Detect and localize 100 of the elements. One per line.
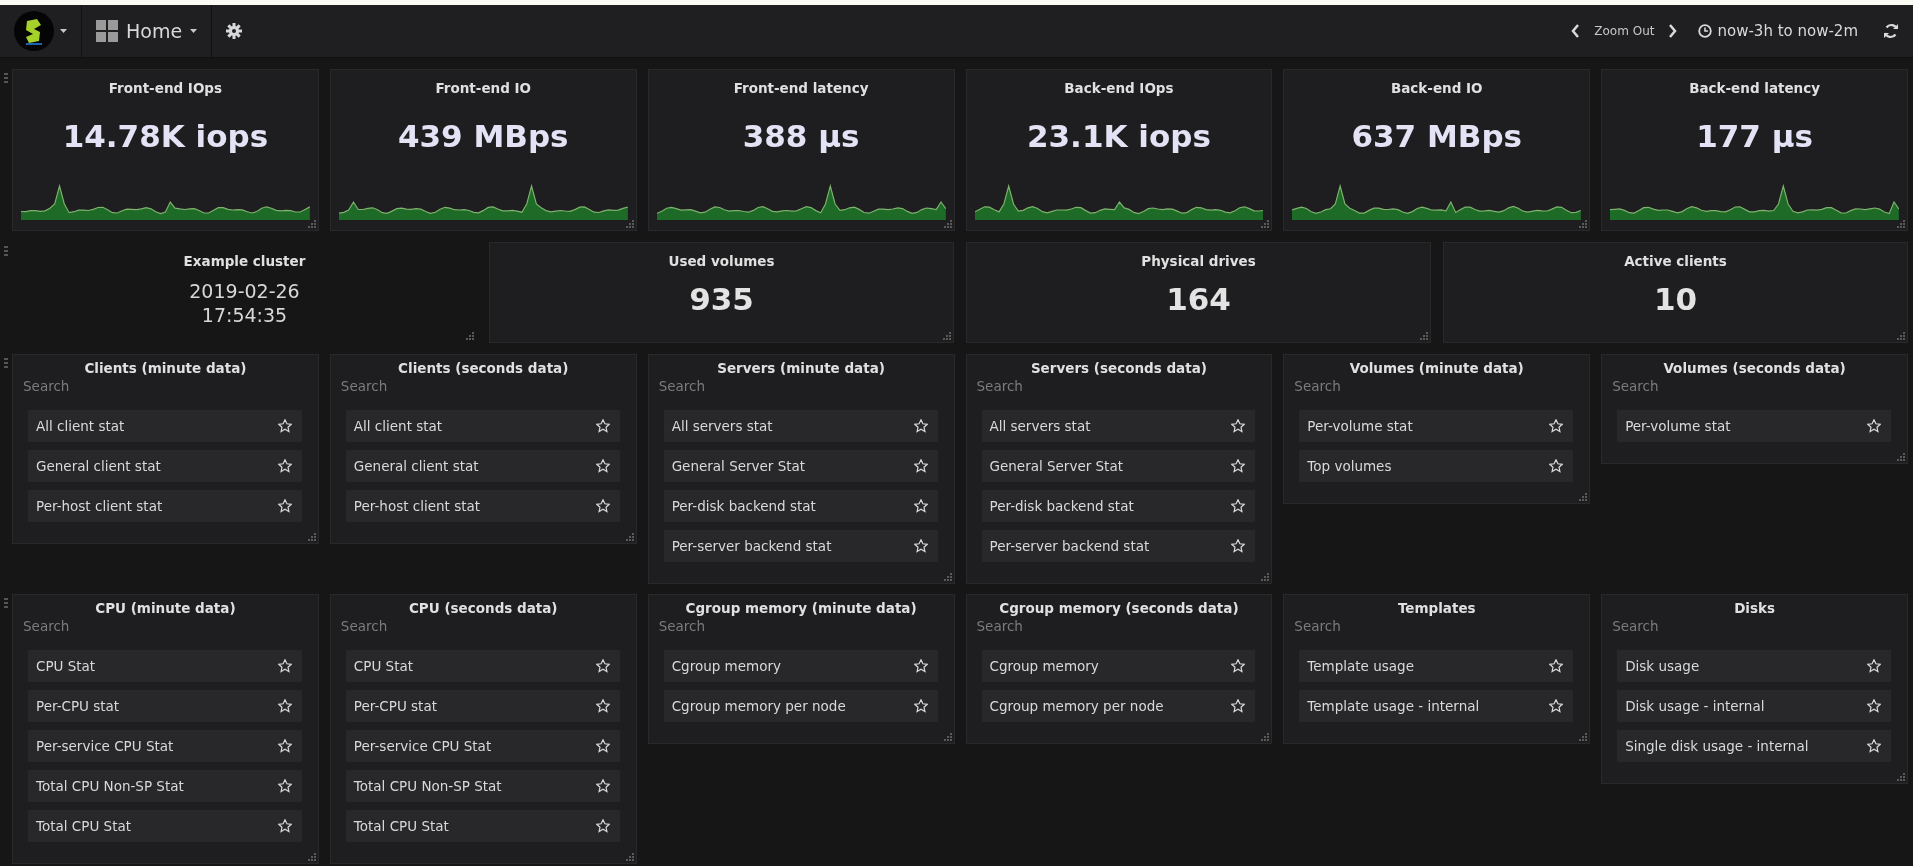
search-field[interactable]: Search — [340, 378, 461, 394]
star-icon[interactable] — [595, 659, 610, 673]
resize-handle-icon[interactable] — [466, 332, 474, 340]
resize-handle-icon[interactable] — [1897, 453, 1905, 461]
logo-menu-button[interactable] — [14, 11, 67, 51]
resize-handle-icon[interactable] — [943, 733, 952, 741]
search-field[interactable]: Search — [1294, 618, 1415, 634]
star-icon[interactable] — [277, 459, 292, 473]
search-field[interactable]: Search — [976, 618, 1097, 634]
dashboard-link[interactable]: Per-server backend stat — [663, 530, 938, 562]
star-icon[interactable] — [1867, 699, 1881, 713]
search-field[interactable]: Search — [1612, 618, 1733, 634]
star-icon[interactable] — [595, 819, 610, 833]
star-icon[interactable] — [1231, 419, 1246, 433]
drag-handle-icon[interactable] — [4, 73, 8, 83]
star-icon[interactable] — [277, 779, 292, 793]
dashboard-link[interactable]: Per-service CPU Stat — [345, 730, 620, 762]
dashboard-link[interactable]: Per-host client stat — [345, 490, 620, 522]
dashboard-link[interactable]: General Server Stat — [981, 450, 1256, 482]
star-icon[interactable] — [913, 539, 928, 553]
search-field[interactable]: Search — [340, 618, 461, 634]
dashboard-link[interactable]: Top volumes — [1299, 450, 1574, 482]
resize-handle-icon[interactable] — [1897, 773, 1905, 781]
star-icon[interactable] — [277, 659, 292, 673]
star-icon[interactable] — [595, 739, 610, 753]
dashboard-link[interactable]: All servers stat — [981, 410, 1256, 442]
star-icon[interactable] — [1231, 459, 1246, 473]
dashboard-link[interactable]: Disk usage - internal — [1617, 690, 1891, 722]
dashboard-link[interactable]: Total CPU Stat — [28, 810, 302, 842]
previous-button[interactable] — [1570, 24, 1581, 38]
resize-handle-icon[interactable] — [307, 853, 316, 861]
star-icon[interactable] — [277, 419, 292, 433]
star-icon[interactable] — [595, 419, 610, 433]
dashboard-link[interactable]: Template usage - internal — [1299, 690, 1574, 722]
star-icon[interactable] — [595, 499, 610, 513]
dashboard-link[interactable]: Per-volume stat — [1299, 410, 1574, 442]
star-icon[interactable] — [1549, 699, 1564, 713]
search-field[interactable]: Search — [23, 618, 143, 634]
dashboard-link[interactable]: Per-server backend stat — [981, 530, 1256, 562]
dashboard-link[interactable]: Cgroup memory — [663, 650, 938, 682]
dashboard-link[interactable]: CPU Stat — [28, 650, 302, 682]
star-icon[interactable] — [277, 499, 292, 513]
dashboard-link[interactable]: General client stat — [28, 450, 302, 482]
star-icon[interactable] — [913, 499, 928, 513]
star-icon[interactable] — [1549, 459, 1564, 473]
search-field[interactable]: Search — [1612, 378, 1733, 394]
star-icon[interactable] — [277, 739, 292, 753]
resize-handle-icon[interactable] — [1420, 332, 1428, 340]
dashboard-link[interactable]: Per-disk backend stat — [663, 490, 938, 522]
dashboard-link[interactable]: Per-service CPU Stat — [28, 730, 302, 762]
dashboard-link[interactable]: Per-CPU stat — [345, 690, 620, 722]
star-icon[interactable] — [277, 699, 292, 713]
resize-handle-icon[interactable] — [943, 332, 951, 340]
star-icon[interactable] — [595, 779, 610, 793]
drag-handle-icon[interactable] — [4, 358, 8, 368]
dashboard-link[interactable]: General client stat — [345, 450, 620, 482]
star-icon[interactable] — [1231, 539, 1246, 553]
star-icon[interactable] — [1867, 659, 1881, 673]
resize-handle-icon[interactable] — [943, 220, 952, 228]
search-field[interactable]: Search — [658, 378, 779, 394]
dashboard-link[interactable]: Per-volume stat — [1617, 410, 1891, 442]
star-icon[interactable] — [595, 699, 610, 713]
dashboard-link[interactable]: All client stat — [28, 410, 302, 442]
dashboard-link[interactable]: Single disk usage - internal — [1617, 730, 1891, 762]
dashboard-link[interactable]: Cgroup memory per node — [981, 690, 1256, 722]
star-icon[interactable] — [1231, 659, 1246, 673]
dashboard-link[interactable]: Total CPU Non-SP Stat — [345, 770, 620, 802]
star-icon[interactable] — [913, 459, 928, 473]
dashboard-link[interactable]: Cgroup memory — [981, 650, 1256, 682]
dashboard-link[interactable]: Per-CPU stat — [28, 690, 302, 722]
search-field[interactable]: Search — [23, 378, 143, 394]
dashboard-link[interactable]: All client stat — [345, 410, 620, 442]
resize-handle-icon[interactable] — [625, 853, 634, 861]
resize-handle-icon[interactable] — [1579, 733, 1588, 741]
resize-handle-icon[interactable] — [1261, 573, 1270, 581]
dashboard-link[interactable]: Total CPU Non-SP Stat — [28, 770, 302, 802]
star-icon[interactable] — [277, 819, 292, 833]
search-field[interactable]: Search — [1294, 378, 1415, 394]
star-icon[interactable] — [913, 659, 928, 673]
dashboard-link[interactable]: CPU Stat — [345, 650, 620, 682]
star-icon[interactable] — [1231, 499, 1246, 513]
resize-handle-icon[interactable] — [625, 220, 634, 228]
resize-handle-icon[interactable] — [1261, 220, 1270, 228]
time-range-picker[interactable]: now-3h to now-2m — [1692, 22, 1870, 40]
resize-handle-icon[interactable] — [943, 573, 952, 581]
resize-handle-icon[interactable] — [1897, 332, 1905, 340]
star-icon[interactable] — [595, 459, 610, 473]
resize-handle-icon[interactable] — [1261, 733, 1270, 741]
search-field[interactable]: Search — [658, 618, 779, 634]
search-field[interactable]: Search — [976, 378, 1097, 394]
refresh-button[interactable] — [1884, 23, 1899, 39]
drag-handle-icon[interactable] — [4, 598, 8, 608]
dashboard-link[interactable]: Total CPU Stat — [345, 810, 620, 842]
star-icon[interactable] — [1867, 419, 1881, 433]
dashboard-link[interactable]: Template usage — [1299, 650, 1574, 682]
star-icon[interactable] — [913, 699, 928, 713]
zoom-out-button[interactable]: Zoom Out — [1594, 24, 1655, 38]
star-icon[interactable] — [1549, 659, 1564, 673]
star-icon[interactable] — [1867, 739, 1881, 753]
dashboard-link[interactable]: Per-host client stat — [28, 490, 302, 522]
